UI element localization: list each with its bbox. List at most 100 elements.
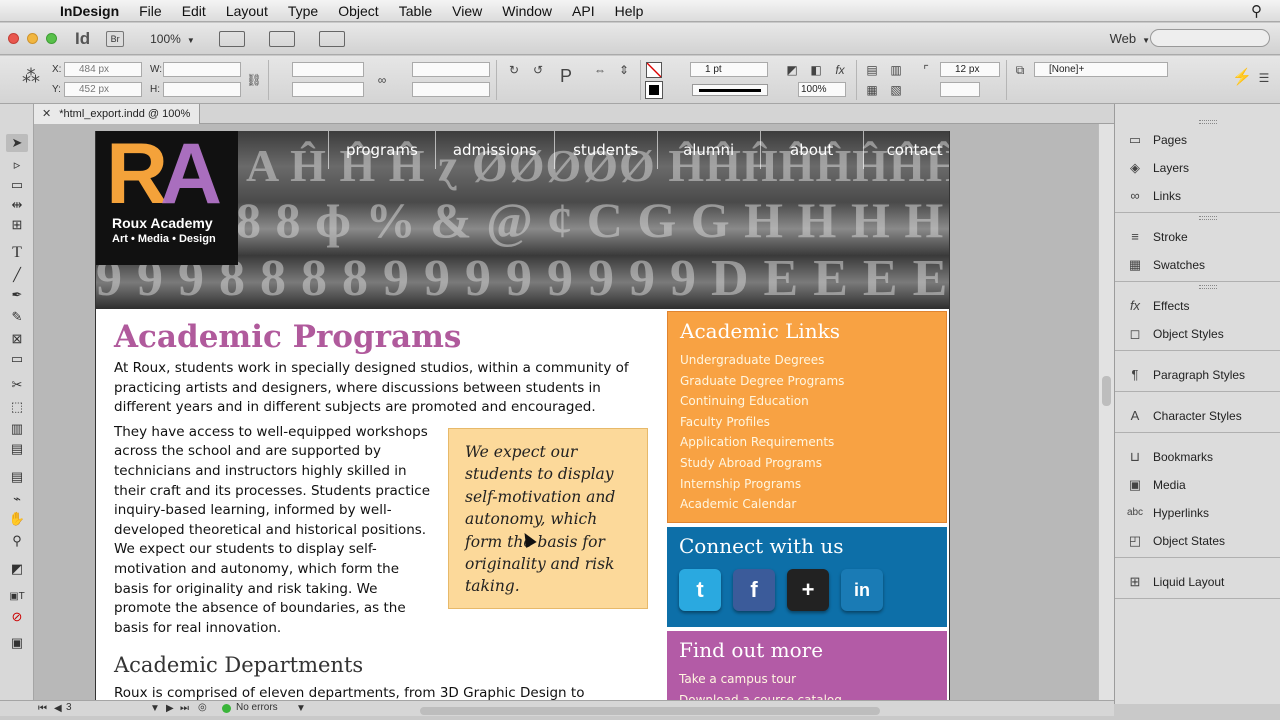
- panel-group-grip[interactable]: [1199, 285, 1217, 289]
- find-out-more-box[interactable]: Find out more Take a campus tour Downloa…: [667, 631, 947, 700]
- stroke-type-select[interactable]: [692, 84, 768, 96]
- menu-layout[interactable]: Layout: [216, 0, 278, 22]
- corner-options-icon[interactable]: ⌜: [918, 62, 934, 78]
- panel-effects[interactable]: fx Effects: [1115, 292, 1280, 320]
- menu-api[interactable]: API: [562, 0, 605, 22]
- minimize-window-button[interactable]: [27, 33, 38, 44]
- stroke-weight-field[interactable]: 1 pt: [690, 62, 768, 77]
- rectangle-frame-tool-icon[interactable]: ⊠: [6, 330, 28, 348]
- lightning-icon[interactable]: ⚡: [1232, 70, 1252, 86]
- page-number-field[interactable]: 3: [66, 702, 72, 713]
- preflight-icon[interactable]: ◎: [198, 702, 207, 713]
- academic-link[interactable]: Study Abroad Programs: [680, 453, 946, 474]
- nav-students[interactable]: students: [553, 131, 657, 169]
- flip-horizontal-icon[interactable]: ⇔: [592, 62, 608, 78]
- document-tab[interactable]: ✕ *html_export.indd @ 100%: [34, 104, 200, 124]
- panel-character-styles[interactable]: A Character Styles: [1115, 402, 1280, 430]
- fill-stroke-icon[interactable]: ◩: [6, 560, 28, 578]
- fill-swatch[interactable]: [646, 62, 662, 78]
- body-paragraph[interactable]: They have access to well-equipped worksh…: [114, 423, 436, 639]
- more-link[interactable]: Download a course catalog: [679, 690, 947, 700]
- rectangle-tool-icon[interactable]: ▭: [6, 350, 28, 368]
- twitter-icon[interactable]: t: [679, 569, 721, 611]
- previous-page-icon[interactable]: ◀: [54, 703, 62, 714]
- horizontal-scroll-thumb[interactable]: [420, 707, 880, 715]
- preflight-status-text[interactable]: No errors: [236, 702, 278, 713]
- spotlight-search-icon[interactable]: ⚲: [1251, 2, 1262, 20]
- academic-link[interactable]: Faculty Profiles: [680, 412, 946, 433]
- width-field[interactable]: [163, 62, 241, 77]
- content-collector-icon[interactable]: ⊞: [6, 216, 28, 234]
- menu-window[interactable]: Window: [492, 0, 562, 22]
- chevron-down-icon[interactable]: ▼: [296, 703, 306, 714]
- header-banner[interactable]: A Ĥ Ĥ Ĥ ɀ ØØØØØ ĤĤĤĤĤĤĤĤ ɀ ɀ ɀ ɀ ɀ ɀ ɀ 8…: [96, 131, 949, 309]
- constrain-proportions-icon[interactable]: ⛓: [246, 72, 262, 88]
- menu-type[interactable]: Type: [278, 0, 328, 22]
- x-position-field[interactable]: 484 px: [64, 62, 142, 77]
- google-plus-icon[interactable]: +: [787, 569, 829, 611]
- scissors-tool-icon[interactable]: ✂: [6, 376, 28, 394]
- page-title[interactable]: Academic Programs: [114, 315, 634, 359]
- menu-help[interactable]: Help: [605, 0, 654, 22]
- scale-x-field[interactable]: [292, 62, 364, 77]
- more-link[interactable]: Take a campus tour: [679, 669, 947, 690]
- academic-link[interactable]: Continuing Education: [680, 391, 946, 412]
- direct-selection-tool-icon[interactable]: ▹: [6, 156, 28, 174]
- object-style-select[interactable]: [None]+: [1034, 62, 1168, 77]
- panel-object-states[interactable]: ◰ Object States: [1115, 527, 1280, 555]
- apply-none-icon[interactable]: ⊘: [6, 608, 28, 626]
- effects-icon[interactable]: ◧: [808, 62, 824, 78]
- zoom-level-select[interactable]: 100% ▼: [150, 32, 195, 46]
- menu-edit[interactable]: Edit: [172, 0, 216, 22]
- apple-icon[interactable]: [18, 1, 38, 21]
- select-container-icon[interactable]: ⇕: [616, 62, 632, 78]
- reference-point-icon[interactable]: ⁂: [22, 67, 40, 85]
- nav-programs[interactable]: programs: [328, 131, 435, 169]
- object-style-icon[interactable]: ⧉: [1012, 62, 1028, 78]
- arrange-documents-icon[interactable]: [318, 30, 345, 47]
- document-canvas[interactable]: A Ĥ Ĥ Ĥ ɀ ØØØØØ ĤĤĤĤĤĤĤĤ ɀ ɀ ɀ ɀ ɀ ɀ ɀ 8…: [34, 124, 1098, 700]
- text-wrap-jump-icon[interactable]: ▧: [888, 82, 904, 98]
- linkedin-icon[interactable]: in: [841, 569, 883, 611]
- connect-box[interactable]: Connect with us t f + in: [667, 527, 947, 627]
- path-type-icon[interactable]: P: [558, 67, 574, 85]
- first-page-icon[interactable]: ⏮: [38, 703, 47, 714]
- academic-links-box[interactable]: Academic Links Undergraduate Degrees Gra…: [667, 311, 947, 523]
- free-transform-tool-icon[interactable]: ⬚: [6, 398, 28, 416]
- panel-group-grip[interactable]: [1199, 120, 1217, 124]
- corner-size-field[interactable]: 12 px: [940, 62, 1000, 77]
- panel-paragraph-styles[interactable]: ¶ Paragraph Styles: [1115, 361, 1280, 389]
- height-field[interactable]: [163, 82, 241, 97]
- menu-table[interactable]: Table: [389, 0, 442, 22]
- next-page-icon[interactable]: ▶: [166, 703, 174, 714]
- drop-shadow-icon[interactable]: ◩: [784, 62, 800, 78]
- departments-paragraph[interactable]: Roux is comprised of eleven departments,…: [114, 684, 614, 700]
- panel-swatches[interactable]: ▦ Swatches: [1115, 251, 1280, 279]
- nav-alumni[interactable]: alumni: [656, 131, 760, 169]
- workspace-switcher[interactable]: Web ▼: [1110, 31, 1150, 46]
- close-tab-icon[interactable]: ✕: [42, 108, 51, 120]
- panel-links[interactable]: ∞ Links: [1115, 182, 1280, 210]
- formatting-affects-icon[interactable]: ▣T: [6, 588, 28, 606]
- panel-media[interactable]: ▣ Media: [1115, 471, 1280, 499]
- academic-link[interactable]: Academic Calendar: [680, 494, 946, 515]
- note-tool-icon[interactable]: ▤: [6, 468, 28, 486]
- corner-shape-select[interactable]: [940, 82, 980, 97]
- view-options-icon[interactable]: [218, 30, 245, 47]
- line-tool-icon[interactable]: ╱: [6, 266, 28, 284]
- academic-link[interactable]: Internship Programs: [680, 474, 946, 495]
- menu-view[interactable]: View: [442, 0, 492, 22]
- eyedropper-tool-icon[interactable]: ⌁: [6, 490, 28, 508]
- vertical-scroll-thumb[interactable]: [1102, 376, 1111, 406]
- close-window-button[interactable]: [8, 33, 19, 44]
- opacity-field[interactable]: 100%: [798, 82, 846, 97]
- section-title[interactable]: Academic Departments: [114, 650, 634, 680]
- academic-link[interactable]: Undergraduate Degrees: [680, 350, 946, 371]
- type-tool-icon[interactable]: T: [6, 244, 28, 262]
- academic-link[interactable]: Graduate Degree Programs: [680, 371, 946, 392]
- nav-about[interactable]: about: [759, 131, 863, 169]
- panel-stroke[interactable]: ≡ Stroke: [1115, 223, 1280, 251]
- last-page-icon[interactable]: ⏭: [180, 703, 189, 714]
- vertical-scrollbar[interactable]: [1098, 124, 1114, 700]
- academic-link[interactable]: Application Requirements: [680, 432, 946, 453]
